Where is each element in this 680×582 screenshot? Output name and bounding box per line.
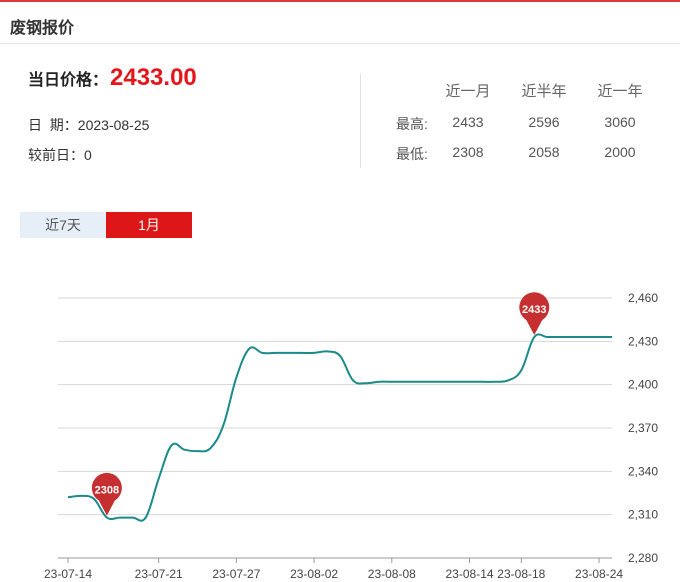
x-tick-label: 23-07-14 [44, 567, 92, 581]
panel-header: 废钢报价 [0, 2, 680, 44]
panel-title: 废钢报价 [10, 20, 75, 37]
date-row: 日 期：2023-08-25 [28, 115, 149, 135]
x-tick-label: 23-08-24 [575, 567, 623, 581]
date-label: 日 期： [28, 117, 78, 133]
x-tick-label: 23-08-08 [368, 567, 416, 581]
stats-low-month: 2308 [452, 144, 484, 160]
stats-high-month: 2433 [452, 114, 484, 130]
tab-1-month[interactable]: 1月 [106, 212, 192, 238]
pin-label: 2433 [522, 304, 546, 316]
range-tabs: 近7天 1月 [20, 212, 192, 238]
change-label: 较前日： [28, 147, 84, 163]
x-tick-label: 23-07-27 [212, 567, 260, 581]
today-price-label: 当日价格： [28, 72, 109, 89]
y-tick-label: 2,400 [628, 378, 658, 392]
date-value: 2023-08-25 [77, 117, 150, 133]
x-tick-label: 23-08-18 [497, 567, 545, 581]
price-pin-2433: 2433 [519, 292, 550, 335]
tab-7-days[interactable]: 近7天 [20, 212, 106, 238]
stats-high-year: 3060 [604, 114, 636, 130]
price-line-chart: 2,280 2,310 2,340 2,370 2,400 2,430 2,460 23-07… [44, 291, 658, 581]
pin-label: 2308 [95, 485, 119, 497]
stats-low-half-year: 2058 [528, 144, 560, 160]
vertical-divider [360, 73, 361, 168]
y-tick-label: 2,340 [628, 464, 658, 478]
y-tick-label: 2,370 [628, 421, 658, 435]
stats-high-half-year: 2596 [528, 114, 560, 130]
today-price-value: 2433.00 [110, 64, 197, 91]
stats-low-year: 2000 [604, 144, 636, 160]
stats-column-half-year: 近半年 [521, 83, 567, 100]
stats-column-year: 近一年 [597, 83, 643, 100]
x-tick-label: 23-08-14 [446, 567, 494, 581]
change-value: 0 [84, 147, 92, 163]
today-price: 当日价格： 2433.00 [28, 64, 197, 100]
stats-column-month: 近一月 [445, 83, 491, 100]
y-tick-label: 2,430 [628, 334, 658, 348]
x-tick-label: 23-08-02 [290, 567, 338, 581]
change-row: 较前日：0 [28, 145, 92, 165]
y-tick-label: 2,280 [628, 551, 658, 565]
price-pin-2308: 2308 [91, 472, 122, 516]
y-tick-label: 2,310 [628, 508, 658, 522]
y-tick-label: 2,460 [628, 291, 658, 305]
x-tick-label: 23-07-21 [135, 567, 183, 581]
